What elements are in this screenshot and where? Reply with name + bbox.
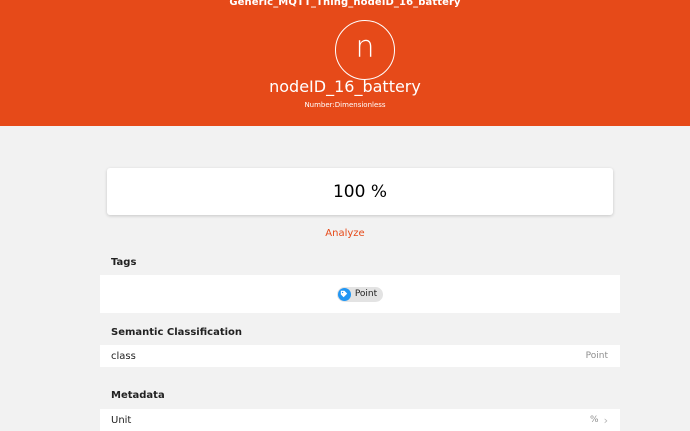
avatar-letter: n xyxy=(355,30,375,65)
metadata-unit-value-group: % › xyxy=(590,414,608,427)
semantic-class-value: Point xyxy=(585,351,608,361)
thing-title: Generic_MQTT_Thing_nodeID_16_battery xyxy=(229,0,461,8)
semantic-list: class Point xyxy=(100,345,620,367)
metadata-list: Unit % › xyxy=(100,409,620,431)
item-state-value: 100 % xyxy=(332,181,387,202)
tag-chip-point[interactable]: Point xyxy=(336,286,384,302)
tag-chip-label: Point xyxy=(354,289,378,299)
metadata-unit-row[interactable]: Unit % › xyxy=(100,409,620,431)
semantic-class-row: class Point xyxy=(100,345,620,367)
semantic-class-label: class xyxy=(111,350,136,362)
tags-list: Point xyxy=(100,275,620,313)
tags-section-title: Tags xyxy=(111,257,137,268)
tag-icon xyxy=(337,287,351,301)
analyze-link[interactable]: Analyze xyxy=(0,228,690,239)
chevron-right-icon: › xyxy=(603,413,608,427)
metadata-unit-value: % xyxy=(590,415,599,425)
item-state-card[interactable]: 100 % xyxy=(107,168,613,215)
item-name: nodeID_16_battery xyxy=(269,77,421,96)
semantic-section-title: Semantic Classification xyxy=(111,327,243,338)
item-type: Number:Dimensionless xyxy=(304,101,386,109)
metadata-unit-label: Unit xyxy=(111,414,132,426)
item-header: Generic_MQTT_Thing_nodeID_16_battery n n… xyxy=(0,0,690,126)
metadata-section-title: Metadata xyxy=(111,390,165,401)
item-avatar: n xyxy=(335,20,395,80)
